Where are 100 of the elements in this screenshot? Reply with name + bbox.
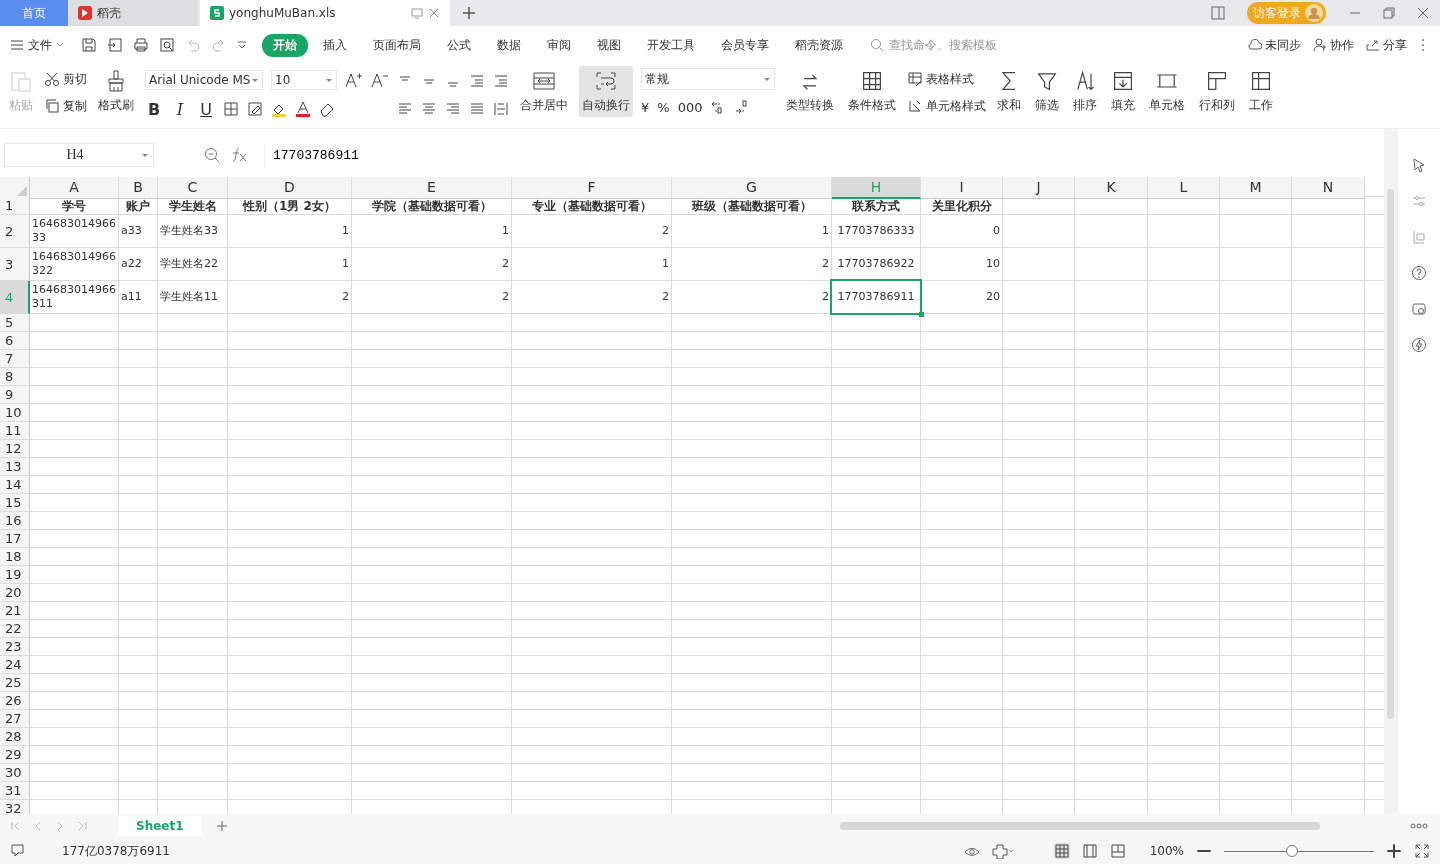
table-cell[interactable]: 17703786911 [832,281,920,313]
row-header[interactable]: 11 [0,422,30,440]
number-format-field[interactable]: 常规 [641,68,775,90]
zoom-dropdown[interactable]: 100% [1149,844,1184,858]
macro-icon[interactable] [10,843,26,859]
row-header[interactable]: 8 [0,368,30,386]
row-header[interactable]: 3 [0,248,30,281]
table-cell[interactable]: 2 [672,248,831,280]
ribbon-tab[interactable]: 视图 [586,33,632,57]
border-icon[interactable] [223,101,239,117]
image-icon[interactable] [1411,301,1427,317]
more-icon[interactable] [1421,38,1425,52]
toolbar-button[interactable]: 行和列 [1196,66,1238,117]
table-cell[interactable]: 2 [512,215,671,247]
toolbar-button[interactable]: 协作 [1313,36,1354,54]
preview-icon[interactable] [159,37,175,53]
row-header[interactable]: 5 [0,314,30,332]
cursor-icon[interactable] [1411,157,1427,173]
table-cell[interactable]: 16468301496633 [30,215,118,247]
panel-icon[interactable] [1211,6,1225,20]
ribbon-tab[interactable]: 数据 [486,33,532,57]
column-header[interactable]: J [1003,177,1075,199]
toolbar-button[interactable]: 表格样式 [907,68,986,90]
zoom-slider[interactable] [1285,844,1298,857]
align-icon[interactable] [397,101,413,117]
row-header[interactable]: 2 [0,215,30,248]
format-button[interactable]: I [171,99,189,119]
ribbon-tab[interactable]: 插入 [312,33,358,57]
row-header[interactable]: 27 [0,710,30,728]
table-cell[interactable]: 1 [352,215,511,247]
ribbon-tab[interactable]: 稻壳资源 [784,33,854,57]
row-header[interactable]: 18 [0,548,30,566]
toolbar-button[interactable]: 单元格样式 [907,95,986,117]
row-header[interactable]: 10 [0,404,30,422]
page-break-icon[interactable] [1109,843,1126,859]
table-cell[interactable]: 学院（基础数据可看） [352,197,511,214]
search-field[interactable]: 查找命令、搜索模板 [870,37,1031,53]
table-cell[interactable]: 学号 [30,197,118,214]
column-header[interactable]: K [1075,177,1148,199]
table-cell[interactable]: 1 [228,248,351,280]
table-cell[interactable]: 20 [921,281,1002,313]
ribbon-tab[interactable]: 开发工具 [636,33,706,57]
table-cell[interactable]: 关里化积分 [921,197,1002,214]
row-header[interactable]: 22 [0,620,30,638]
table-cell[interactable]: 班级（基础数据可看） [672,197,831,214]
table-cell[interactable]: 2 [672,281,831,313]
table-cell[interactable]: 1 [512,248,671,280]
row-header[interactable]: 16 [0,512,30,530]
toolbar-button[interactable]: 筛选 [1032,66,1062,117]
toolbar-button[interactable]: 未同步 [1248,36,1301,54]
normal-view-icon[interactable] [1053,843,1070,859]
table-cell[interactable]: 学生姓名11 [158,281,227,313]
table-cell[interactable]: 2 [512,281,671,313]
table-cell[interactable]: 学生姓名33 [158,215,227,247]
row-header[interactable]: 31 [0,782,30,800]
add-sheet-icon[interactable] [215,820,228,832]
copy-button[interactable]: 复制 [44,95,87,117]
column-header[interactable]: A [30,177,119,199]
column-header[interactable]: B [119,177,158,199]
align-icon[interactable] [445,101,461,117]
table-cell[interactable]: 专业（基础数据可看） [512,197,671,214]
column-header[interactable]: M [1220,177,1292,199]
column-header[interactable]: I [921,177,1003,199]
fill-handle[interactable] [919,312,924,317]
font-size-field[interactable]: 10 [271,70,337,90]
table-cell[interactable]: 联系方式 [832,197,920,214]
align-icon[interactable] [493,101,509,117]
restore-icon[interactable] [1382,6,1396,20]
row-header[interactable]: 20 [0,584,30,602]
column-header[interactable]: C [158,177,228,199]
table-cell[interactable]: 164683014966311 [30,281,118,313]
row-header[interactable]: 15 [0,494,30,512]
new-tab-icon[interactable] [462,6,476,20]
row-header[interactable]: 13 [0,458,30,476]
close-icon[interactable] [428,7,440,19]
format-painter-button[interactable]: 格式刷 [95,66,137,117]
format-button[interactable]: B [145,99,163,119]
merge-button[interactable]: 合并居中 [517,66,571,117]
column-header[interactable]: G [672,177,832,199]
row-header[interactable]: 23 [0,638,30,656]
page-view-icon[interactable] [1081,843,1098,859]
table-cell[interactable]: 账户 [119,197,157,214]
table-cell[interactable]: 10 [921,248,1002,280]
table-cell[interactable]: 17703786922 [832,248,920,280]
zoom-in-icon[interactable] [1386,843,1402,859]
cut-button[interactable]: 剪切 [44,68,87,90]
align-icon[interactable] [421,101,437,117]
table-cell[interactable]: 0 [921,215,1002,247]
file-menu[interactable]: 文件 [10,36,64,54]
column-header[interactable]: N [1292,177,1365,199]
ribbon-tab[interactable]: 会员专享 [710,33,780,57]
screen-icon[interactable] [411,7,423,19]
close-icon[interactable] [1416,6,1430,20]
table-cell[interactable]: 1 [228,215,351,247]
align-icon[interactable] [493,72,509,88]
sliders-icon[interactable] [1411,193,1427,209]
row-header[interactable]: 32 [0,800,30,814]
table-cell[interactable]: 17703786333 [832,215,920,247]
scrollbar[interactable] [840,822,1320,830]
name-box[interactable]: H4 [4,143,154,167]
